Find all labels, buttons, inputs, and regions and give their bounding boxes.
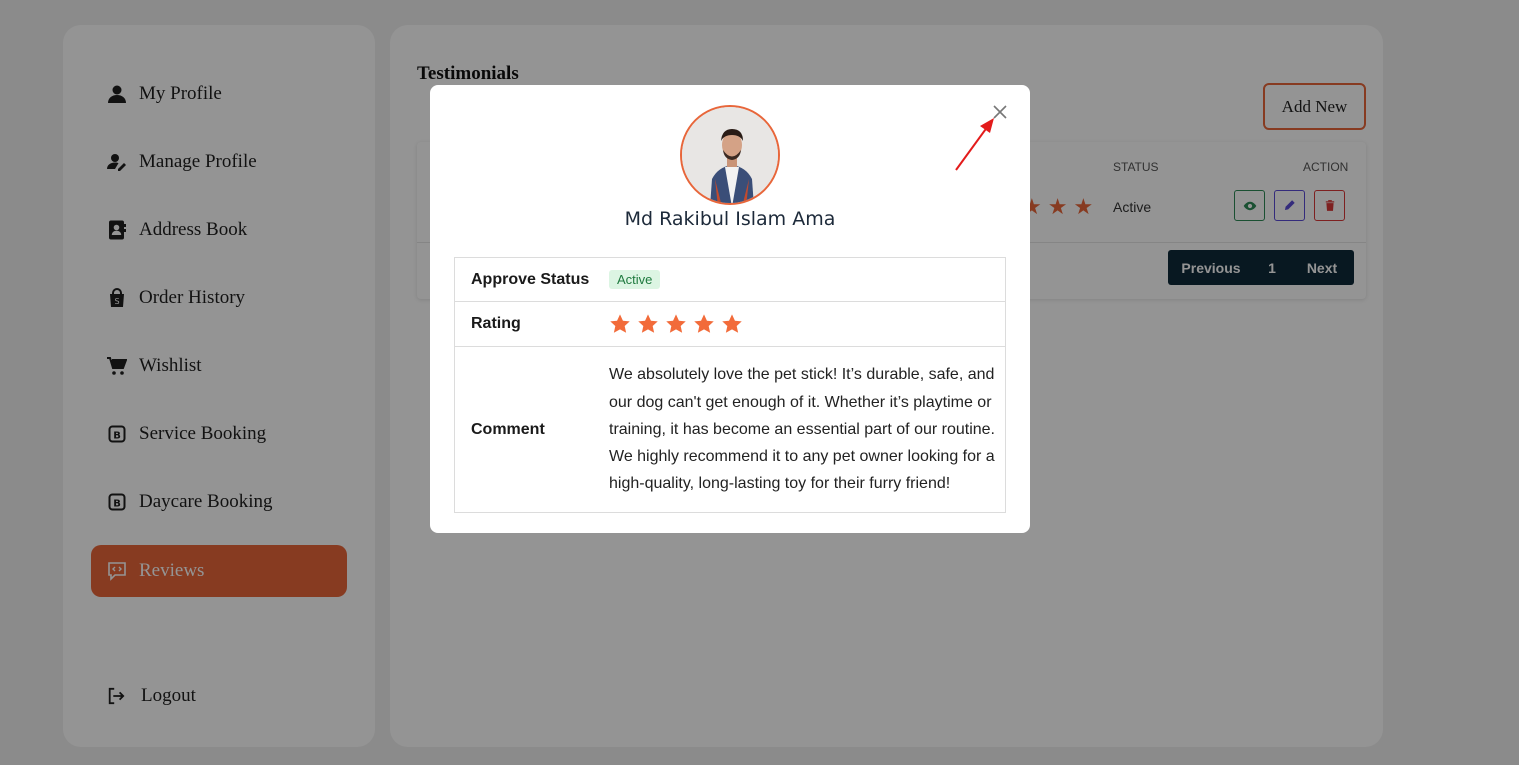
approve-status-label: Approve Status — [471, 270, 590, 288]
star-icon — [722, 314, 742, 333]
approve-status-row: Approve Status Active — [455, 258, 1005, 302]
reviewer-name: Md Rakibul Islam Ama — [624, 208, 836, 230]
comment-text: We absolutely love the pet stick! It’s d… — [609, 366, 995, 493]
star-icon — [610, 314, 630, 333]
star-icon — [666, 314, 686, 333]
rating-row: Rating — [455, 302, 1005, 347]
avatar — [680, 105, 780, 205]
review-detail-modal: Md Rakibul Islam Ama Approve Status Acti… — [430, 85, 1030, 533]
rating-label: Rating — [471, 315, 521, 332]
rating-stars — [609, 313, 743, 335]
comment-row: Comment We absolutely love the pet stick… — [455, 347, 1005, 512]
star-icon — [694, 314, 714, 333]
star-icon — [638, 314, 658, 333]
comment-label: Comment — [471, 420, 545, 438]
review-details-table: Approve Status Active Rating Comment We … — [454, 257, 1006, 513]
annotation-arrow-icon — [955, 118, 994, 171]
status-badge: Active — [609, 270, 661, 289]
